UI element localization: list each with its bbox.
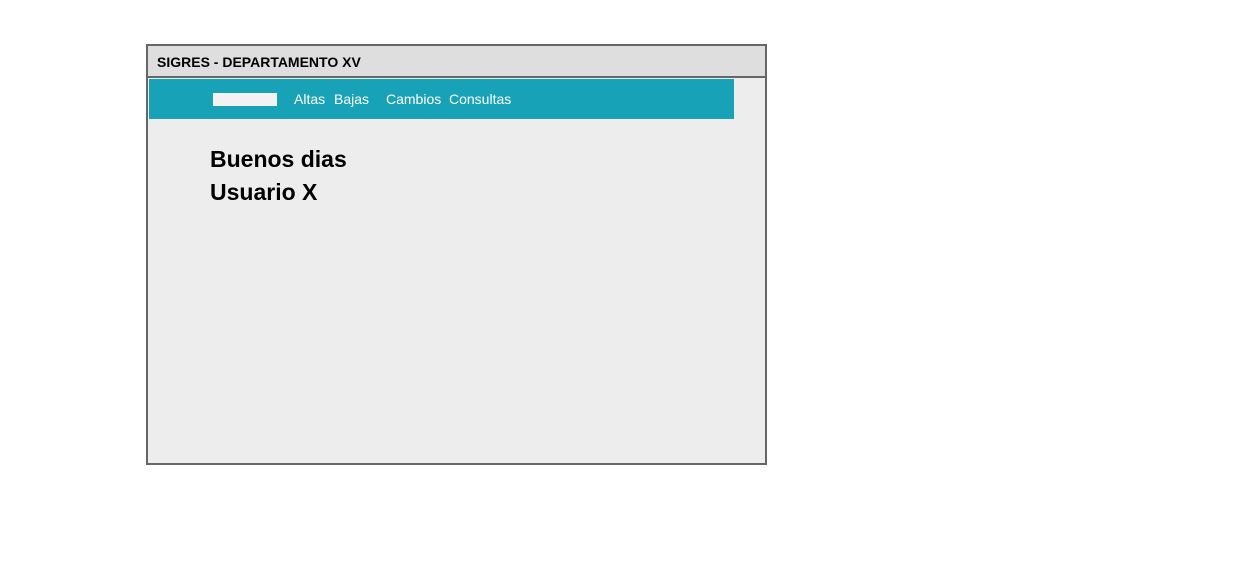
- app-window: SIGRES - DEPARTAMENTO XV Altas Bajas Cam…: [146, 44, 767, 465]
- nav-search-input[interactable]: [213, 93, 277, 106]
- nav-bar: Altas Bajas Cambios Consultas: [149, 79, 734, 119]
- greeting-line-1: Buenos dias: [210, 146, 347, 172]
- title-bar: SIGRES - DEPARTAMENTO XV: [148, 46, 765, 78]
- greeting: Buenos dias Usuario X: [210, 143, 347, 209]
- nav-item-altas[interactable]: Altas: [294, 91, 325, 107]
- nav-item-cambios[interactable]: Cambios: [386, 91, 441, 107]
- nav-item-consultas[interactable]: Consultas: [449, 91, 511, 107]
- greeting-line-2: Usuario X: [210, 179, 318, 205]
- window-title: SIGRES - DEPARTAMENTO XV: [157, 54, 361, 70]
- nav-item-bajas[interactable]: Bajas: [334, 91, 369, 107]
